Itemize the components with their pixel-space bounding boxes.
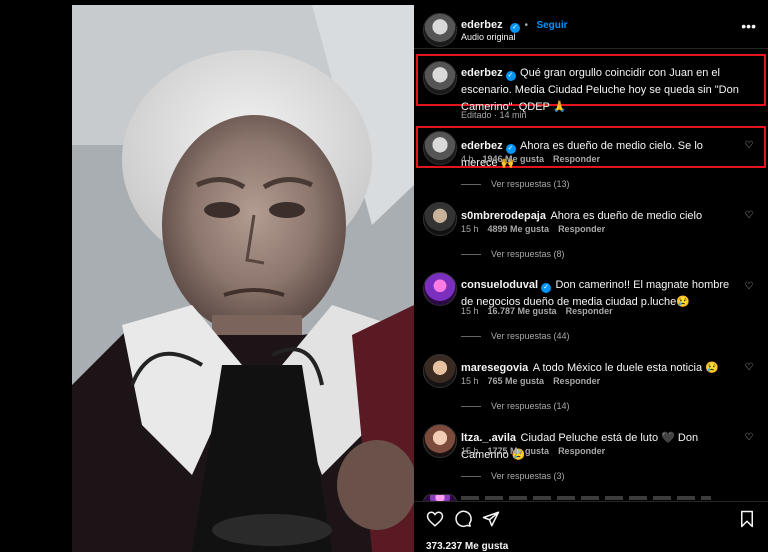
like-heart-icon[interactable]: ♡	[744, 433, 754, 443]
like-heart-icon[interactable]: ♡	[744, 363, 754, 373]
comment-username[interactable]: consueloduval	[461, 279, 538, 291]
comment-meta: 15 h 765 Me gusta Responder	[461, 376, 609, 386]
comment-time: 15 h	[461, 446, 479, 456]
comment-avatar[interactable]	[423, 202, 457, 236]
replies-line	[461, 476, 481, 478]
comment-avatar[interactable]	[423, 272, 457, 306]
header-separator: •	[524, 20, 528, 31]
comment-time: 15 h	[461, 224, 479, 234]
verified-badge-icon: ✓	[505, 144, 516, 154]
reply-button[interactable]: Responder	[558, 446, 605, 456]
replies-line	[461, 406, 481, 408]
view-replies-link[interactable]: Ver respuestas (13)	[461, 179, 570, 189]
verified-badge-icon: ✓	[541, 283, 552, 293]
comment-body: maresegovia A todo México le duele esta …	[461, 359, 740, 376]
comment-avatar[interactable]	[423, 131, 457, 165]
post-video[interactable]	[72, 5, 414, 552]
reply-button[interactable]: Responder	[553, 154, 600, 164]
comment-avatar[interactable]	[423, 424, 457, 458]
caption-body: ederbez ✓ Qué gran orgullo coincidir con …	[461, 64, 740, 115]
comment-preview-cutoff	[461, 496, 711, 500]
view-replies-link[interactable]: Ver respuestas (44)	[461, 331, 570, 341]
like-heart-icon[interactable]: ♡	[744, 141, 754, 151]
comment-meta: 15 h 16.787 Me gusta Responder	[461, 306, 622, 316]
comment-username[interactable]: ltza._.avila	[461, 432, 516, 444]
comment-likes[interactable]: 1946 Me gusta	[483, 154, 545, 164]
comment-username[interactable]: s0mbrerodepaja	[461, 210, 546, 222]
view-replies-link[interactable]: Ver respuestas (14)	[461, 401, 570, 411]
reply-button[interactable]: Responder	[553, 376, 600, 386]
post-likes-count[interactable]: 373.237 Me gusta	[426, 541, 508, 552]
audio-label[interactable]: Audio original	[461, 32, 516, 42]
replies-line	[461, 336, 481, 338]
comment-likes[interactable]: 765 Me gusta	[488, 376, 545, 386]
comment-time: 15 h	[461, 376, 479, 386]
follow-button[interactable]: Seguir	[536, 20, 567, 31]
comment-body: consueloduval ✓ Don camerino!! El magnate…	[461, 276, 740, 310]
view-replies-link[interactable]: Ver respuestas (8)	[461, 249, 565, 259]
comment-meta: 15 h 1775 Me gusta Responder	[461, 446, 614, 456]
comment-text: A todo México le duele esta noticia 😢	[532, 362, 719, 374]
comment-likes[interactable]: 16.787 Me gusta	[488, 306, 557, 316]
share-icon[interactable]	[482, 510, 500, 528]
comment-time: 15 h	[461, 306, 479, 316]
author-username[interactable]: ederbez	[461, 19, 503, 31]
save-bookmark-icon[interactable]	[738, 510, 756, 528]
comment-text: Ahora es dueño de medio cielo	[550, 210, 703, 222]
caption-avatar[interactable]	[423, 61, 457, 95]
comment-meta: 15 h 4899 Me gusta Responder	[461, 224, 614, 234]
view-replies-label: Ver respuestas (8)	[491, 249, 565, 259]
like-icon[interactable]	[426, 510, 444, 528]
comment-icon[interactable]	[454, 510, 472, 528]
caption-edited: Editado · 14 min	[461, 110, 527, 120]
post-header: ederbez ✓ • Seguir	[461, 15, 568, 33]
comment-likes[interactable]: 1775 Me gusta	[488, 446, 550, 456]
comment-username[interactable]: ederbez	[461, 140, 503, 152]
comment-username[interactable]: maresegovia	[461, 362, 528, 374]
action-bar	[414, 510, 768, 536]
more-options-icon[interactable]: •••	[741, 19, 756, 33]
header-divider	[414, 48, 768, 49]
view-replies-label: Ver respuestas (44)	[491, 331, 570, 341]
replies-line	[461, 254, 481, 256]
verified-badge-icon: ✓	[505, 71, 516, 81]
like-heart-icon[interactable]: ♡	[744, 211, 754, 221]
caption-username[interactable]: ederbez	[461, 67, 503, 79]
reply-button[interactable]: Responder	[566, 306, 613, 316]
view-replies-label: Ver respuestas (3)	[491, 471, 565, 481]
reply-button[interactable]: Responder	[558, 224, 605, 234]
comment-body: s0mbrerodepaja Ahora es dueño de medio c…	[461, 207, 740, 224]
like-heart-icon[interactable]: ♡	[744, 282, 754, 292]
video-frame-illustration	[72, 5, 414, 552]
author-avatar[interactable]	[423, 13, 457, 47]
actions-divider	[414, 501, 768, 502]
view-replies-link[interactable]: Ver respuestas (3)	[461, 471, 565, 481]
view-replies-label: Ver respuestas (13)	[491, 179, 570, 189]
comment-likes[interactable]: 4899 Me gusta	[488, 224, 550, 234]
comment-meta: 4 h 1946 Me gusta Responder	[461, 154, 609, 164]
comment-time: 4 h	[461, 154, 474, 164]
view-replies-label: Ver respuestas (14)	[491, 401, 570, 411]
replies-line	[461, 184, 481, 186]
post-side-panel: ederbez ✓ • Seguir Audio original ••• ed…	[414, 0, 768, 552]
comment-avatar[interactable]	[423, 354, 457, 388]
